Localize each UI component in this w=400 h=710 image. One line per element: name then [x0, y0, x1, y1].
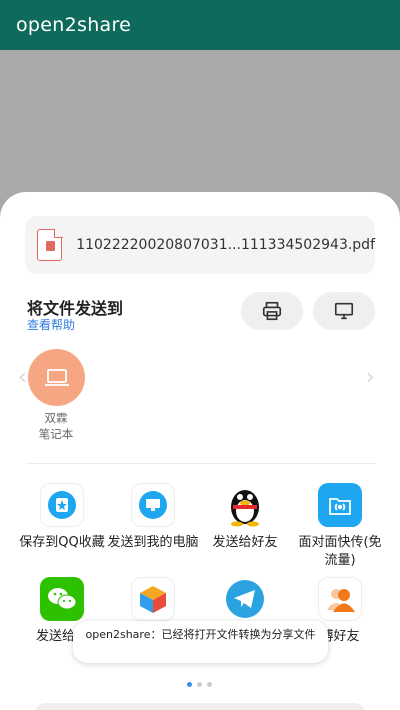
app-face-to-face-transfer[interactable]: 面对面快传(免流量)	[292, 483, 388, 570]
app-label: 发送到我的电脑	[107, 535, 199, 550]
laptop-icon	[44, 368, 69, 386]
screen-cast-button[interactable]	[313, 292, 375, 330]
printer-icon	[262, 301, 282, 321]
page-dot-active	[187, 682, 192, 687]
file-name: 11022220020807031...111334502943.pdf	[76, 237, 375, 253]
app-save-qq-favorites[interactable]: 保存到QQ收藏	[14, 483, 110, 552]
file-card: 11022220020807031...111334502943.pdf	[25, 216, 375, 274]
app-title: open2share	[16, 14, 132, 36]
bottom-cancel-bar[interactable]	[35, 703, 365, 710]
weibo-contacts-icon	[318, 577, 362, 621]
help-link[interactable]: 查看帮助	[27, 316, 75, 333]
monitor-icon	[334, 302, 354, 320]
print-button[interactable]	[241, 292, 303, 330]
app-label: 发送给好友	[212, 535, 278, 550]
app-bar: open2share	[0, 0, 400, 50]
my-computer-icon	[131, 483, 175, 527]
wechat-icon	[40, 577, 84, 621]
colorful-cube-icon	[131, 577, 175, 621]
pdf-file-icon	[37, 228, 63, 261]
app-send-to-my-computer[interactable]: 发送到我的电脑	[105, 483, 201, 552]
qq-penguin-icon	[223, 483, 267, 527]
face-to-face-transfer-icon	[318, 483, 362, 527]
page-indicator	[187, 682, 212, 687]
dimmed-background[interactable]	[0, 50, 400, 193]
telegram-icon	[223, 577, 267, 621]
device-name: 双霖 笔记本	[38, 411, 74, 441]
chevron-right-icon[interactable]: ›	[366, 365, 375, 390]
app-send-to-friend[interactable]: 发送给好友	[197, 483, 293, 552]
toast-message: open2share：已经将打开文件转换为分享文件	[73, 621, 328, 663]
app-label: 面对面快传(免流量)	[298, 535, 382, 568]
qq-favorites-icon	[40, 483, 84, 527]
divider	[26, 463, 376, 464]
page-dot	[207, 682, 212, 687]
page-dot	[197, 682, 202, 687]
app-label: 保存到QQ收藏	[19, 535, 105, 550]
chevron-left-icon[interactable]: ‹	[18, 365, 27, 390]
device-laptop[interactable]	[28, 349, 85, 406]
